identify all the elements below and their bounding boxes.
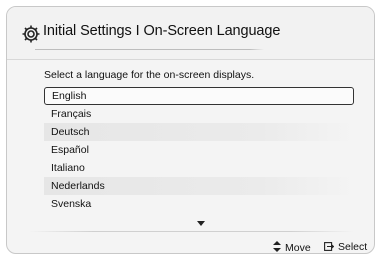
select-label: Select: [338, 241, 368, 253]
language-option-svenska[interactable]: Svenska: [44, 195, 354, 213]
page-title: Initial Settings I On-Screen Language: [43, 23, 281, 39]
language-option-deutsch[interactable]: Deutsch: [44, 123, 354, 141]
up-down-arrows-icon: [273, 241, 281, 252]
language-label: Italiano: [51, 162, 85, 174]
title-divider: [35, 49, 264, 50]
gear-icon: [22, 25, 40, 43]
language-option-nederlands[interactable]: Nederlands: [44, 177, 354, 195]
move-hint: Move: [273, 241, 311, 254]
language-label: Français: [51, 108, 92, 120]
enter-icon: [324, 242, 334, 251]
title-bar: Initial Settings I On-Screen Language: [7, 7, 374, 60]
language-label: Svenska: [51, 198, 92, 210]
instruction-text: Select a language for the on-screen disp…: [44, 69, 255, 81]
select-hint: Select: [324, 241, 367, 253]
language-option-espanol[interactable]: Español: [44, 141, 354, 159]
language-list: English Français Deutsch Español Italian…: [44, 87, 354, 213]
language-label: English: [52, 90, 87, 102]
language-label: Nederlands: [51, 180, 105, 192]
language-option-francais[interactable]: Français: [44, 105, 354, 123]
move-label: Move: [285, 242, 311, 254]
scroll-down-arrow-icon[interactable]: [197, 221, 205, 226]
language-option-italiano[interactable]: Italiano: [44, 159, 354, 177]
language-label: Español: [51, 144, 89, 156]
footer-divider: [29, 231, 354, 232]
language-label: Deutsch: [51, 126, 90, 138]
language-option-english[interactable]: English: [44, 87, 354, 105]
initial-settings-dialog: Initial Settings I On-Screen Language Se…: [6, 6, 375, 254]
